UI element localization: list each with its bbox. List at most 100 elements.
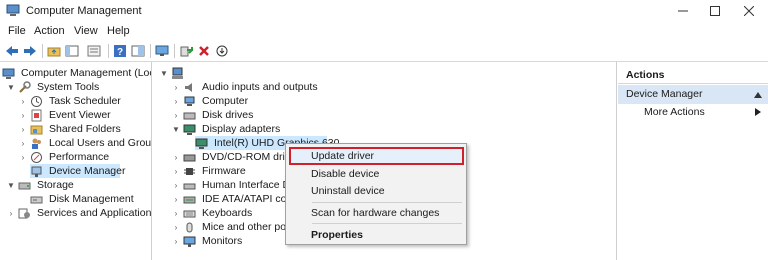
storage-icon — [18, 179, 31, 192]
tree-label: Device Manager — [49, 165, 126, 177]
forward-button[interactable] — [22, 43, 38, 59]
back-button[interactable] — [4, 43, 20, 59]
services-icon — [18, 207, 31, 220]
menu-file[interactable]: File — [8, 25, 26, 37]
menu-action[interactable]: Action — [34, 25, 65, 37]
chevron-right-icon[interactable]: › — [18, 122, 28, 136]
chevron-right-icon[interactable]: › — [18, 94, 28, 108]
tree-item-performance[interactable]: › Performance — [18, 150, 111, 164]
scan-hardware-button[interactable] — [154, 43, 170, 59]
computer-icon — [183, 95, 196, 108]
ide-controller-icon — [183, 193, 196, 206]
tree-item-services[interactable]: › Services and Applications — [6, 206, 151, 220]
device-category-hid[interactable]: › Human Interface Dev — [171, 178, 303, 192]
device-category-dvd[interactable]: › DVD/CD-ROM drives — [171, 150, 303, 164]
tree-item-disk-management[interactable]: Disk Management — [30, 192, 136, 206]
menu-view[interactable]: View — [74, 25, 98, 37]
chevron-down-icon[interactable]: ▼ — [159, 66, 169, 80]
ctx-uninstall-device[interactable]: Uninstall device — [289, 182, 464, 200]
actions-device-manager[interactable]: Device Manager — [618, 85, 768, 104]
back-arrow-icon — [6, 46, 18, 56]
optical-drive-icon — [183, 151, 196, 164]
chevron-down-icon[interactable]: ▼ — [6, 80, 16, 94]
ctx-label: Disable device — [311, 168, 380, 180]
tree-item-shared-folders[interactable]: › Shared Folders — [18, 122, 123, 136]
context-menu: Update driver Disable device Uninstall d… — [285, 143, 467, 245]
device-category-ide[interactable]: › IDE ATA/ATAPI contr — [171, 192, 301, 206]
window-title: Computer Management — [26, 5, 142, 17]
menu-help[interactable]: Help — [107, 25, 130, 37]
up-folder-button[interactable] — [46, 43, 62, 59]
chevron-right-icon[interactable]: › — [171, 80, 181, 94]
device-category-monitors[interactable]: › Monitors — [171, 234, 244, 248]
enable-device-button[interactable] — [214, 43, 230, 59]
ctx-label: Properties — [311, 229, 363, 241]
ctx-properties[interactable]: Properties — [289, 226, 464, 244]
device-label: Disk drives — [202, 109, 254, 121]
device-category-keyboards[interactable]: › Keyboards — [171, 206, 254, 220]
toolbar-separator — [174, 44, 175, 58]
collapse-up-icon[interactable] — [754, 92, 762, 98]
chevron-right-icon[interactable]: › — [171, 234, 181, 248]
maximize-button[interactable] — [698, 0, 732, 22]
tree-label: Event Viewer — [49, 109, 111, 121]
chevron-right-icon[interactable]: › — [171, 220, 181, 234]
chevron-right-icon[interactable]: › — [18, 136, 28, 150]
users-icon — [30, 137, 43, 150]
tree-item-task-scheduler[interactable]: › Task Scheduler — [18, 94, 123, 108]
update-driver-button[interactable] — [178, 43, 194, 59]
device-category-display-adapters[interactable]: ▼ Display adapters — [171, 122, 282, 136]
chevron-right-icon[interactable]: › — [18, 150, 28, 164]
minimize-button[interactable] — [666, 0, 700, 22]
tree-label: Storage — [37, 179, 74, 191]
tree-item-local-users[interactable]: › Local Users and Groups — [18, 136, 151, 150]
chevron-down-icon[interactable]: ▼ — [6, 178, 16, 192]
chevron-right-icon[interactable]: › — [18, 108, 28, 122]
export-list-button[interactable] — [86, 43, 102, 59]
toolbar-separator — [108, 44, 109, 58]
tree-item-root[interactable]: Computer Management (Local — [2, 66, 151, 80]
forward-arrow-icon — [24, 46, 36, 56]
tree-item-event-viewer[interactable]: › Event Viewer — [18, 108, 113, 122]
monitor-icon — [183, 235, 196, 248]
close-button[interactable] — [732, 0, 766, 22]
chevron-right-icon[interactable]: › — [171, 94, 181, 108]
view-pane-icon — [131, 45, 145, 57]
device-category-mice[interactable]: › Mice and other poin — [171, 220, 296, 234]
ctx-label: Scan for hardware changes — [311, 207, 440, 219]
show-hide-tree-button[interactable] — [64, 43, 80, 59]
chevron-right-icon[interactable]: › — [171, 192, 181, 206]
mouse-icon — [183, 221, 196, 234]
chevron-right-icon[interactable]: › — [171, 164, 181, 178]
chevron-right-icon[interactable]: › — [171, 150, 181, 164]
chevron-down-icon[interactable]: ▼ — [171, 122, 181, 136]
device-label: Monitors — [202, 235, 243, 247]
tree-item-system-tools[interactable]: ▼ System Tools — [6, 80, 101, 94]
monitor-icon — [155, 45, 169, 56]
chevron-right-icon[interactable]: › — [171, 108, 181, 122]
device-root[interactable]: ▼ — [159, 66, 188, 80]
help-button[interactable]: ? — [112, 43, 128, 59]
device-label: Audio inputs and outputs — [202, 81, 318, 93]
device-category-disk-drives[interactable]: › Disk drives — [171, 108, 255, 122]
event-log-icon — [30, 109, 43, 122]
device-category-audio[interactable]: › Audio inputs and outputs — [171, 80, 320, 94]
more-actions-label: More Actions — [644, 106, 705, 118]
device-category-firmware[interactable]: › Firmware — [171, 164, 248, 178]
device-label: Display adapters — [202, 123, 281, 135]
more-actions-item[interactable]: More Actions — [644, 106, 705, 118]
chevron-right-icon[interactable]: › — [171, 206, 181, 220]
chevron-right-icon[interactable]: › — [171, 178, 181, 192]
tree-item-storage[interactable]: ▼ Storage — [6, 178, 76, 192]
properties-view-button[interactable] — [130, 43, 146, 59]
tree-item-device-manager[interactable]: Device Manager — [30, 164, 125, 178]
device-category-computer[interactable]: › Computer — [171, 94, 250, 108]
help-icon: ? — [114, 45, 126, 57]
uninstall-button[interactable] — [196, 43, 212, 59]
ctx-scan-hardware[interactable]: Scan for hardware changes — [289, 204, 464, 222]
chevron-right-icon[interactable]: › — [6, 206, 16, 220]
red-x-icon — [199, 46, 209, 56]
folder-up-icon — [47, 47, 61, 57]
ctx-disable-device[interactable]: Disable device — [289, 165, 464, 183]
ctx-update-driver[interactable]: Update driver — [289, 147, 464, 165]
